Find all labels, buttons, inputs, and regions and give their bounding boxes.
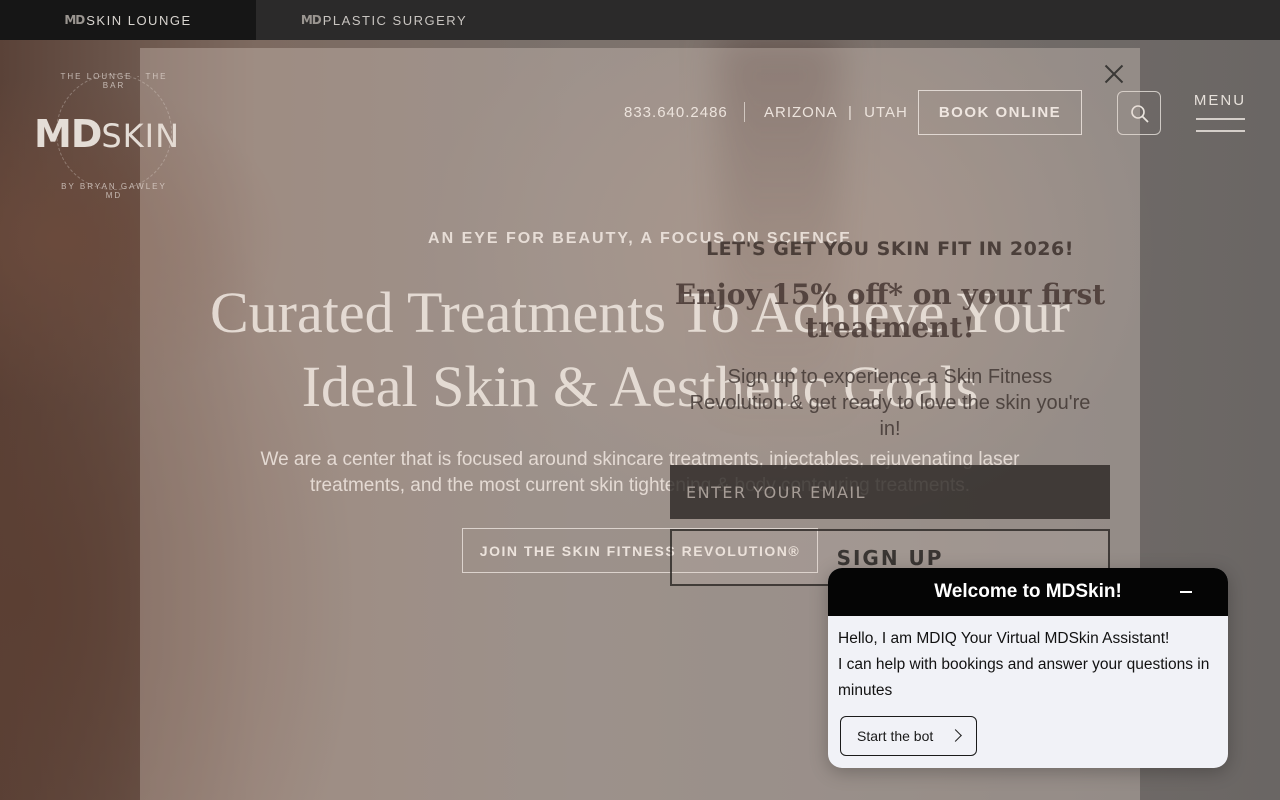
- menu-line: [1196, 118, 1245, 120]
- popup-description: Sign up to experience a Skin Fitness Rev…: [689, 366, 1091, 440]
- tab-plastic-surgery[interactable]: MD PLASTIC SURGERY: [256, 0, 512, 40]
- email-input[interactable]: [670, 465, 1110, 519]
- start-bot-label: Start the bot: [857, 728, 934, 744]
- popup-offer: Enjoy 15% off* on your first treatment!: [674, 278, 1106, 344]
- chat-widget: Welcome to MDSkin! Hello, I am MDIQ Your…: [828, 568, 1228, 768]
- minimize-icon[interactable]: [1174, 580, 1198, 604]
- popup-eyebrow: LET'S GET YOU SKIN FIT IN 2026!: [706, 238, 1074, 260]
- logo-md: MD: [34, 112, 102, 156]
- tab-label: SKIN LOUNGE: [86, 12, 192, 28]
- chat-message-line: I can help with bookings and answer your…: [838, 656, 1210, 699]
- close-icon[interactable]: [1100, 60, 1128, 88]
- menu-line: [1196, 130, 1245, 132]
- md-mark: MD: [64, 13, 85, 27]
- chat-message-line: Hello, I am MDIQ Your Virtual MDSkin Ass…: [838, 630, 1170, 647]
- tab-skin-lounge[interactable]: MD SKIN LOUNGE: [0, 0, 256, 40]
- md-mark: MD: [300, 13, 322, 27]
- chevron-right-icon: [949, 729, 962, 742]
- chat-header: Welcome to MDSkin!: [828, 568, 1228, 616]
- chat-title: Welcome to MDSkin!: [934, 581, 1122, 602]
- menu-button[interactable]: MENU: [1192, 92, 1248, 136]
- start-bot-button[interactable]: Start the bot: [840, 716, 977, 756]
- tab-label: PLASTIC SURGERY: [322, 12, 468, 28]
- brand-topbar: MD SKIN LOUNGE MD PLASTIC SURGERY: [0, 0, 1280, 40]
- menu-label: MENU: [1193, 92, 1247, 109]
- chat-message: Hello, I am MDIQ Your Virtual MDSkin Ass…: [838, 626, 1222, 704]
